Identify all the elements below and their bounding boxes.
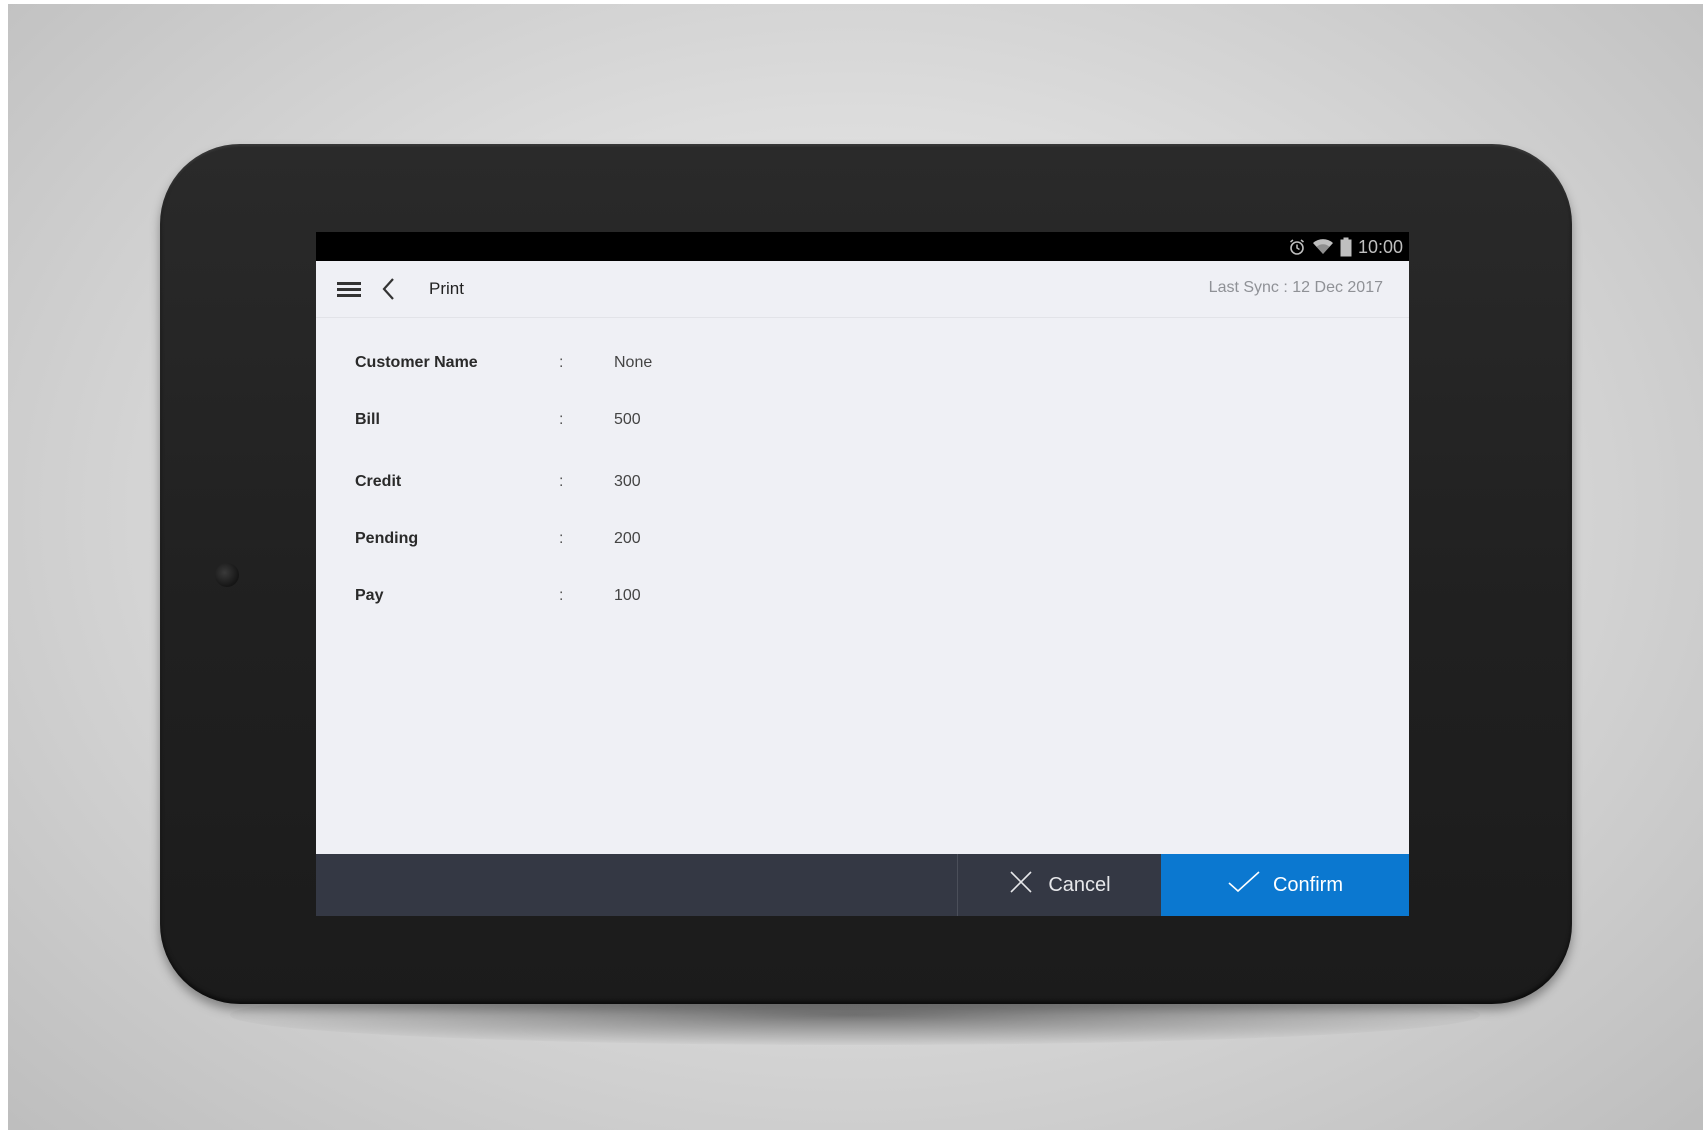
detail-label: Customer Name bbox=[355, 354, 478, 371]
detail-separator: : bbox=[559, 587, 564, 604]
detail-label: Bill bbox=[355, 411, 380, 428]
check-icon bbox=[1227, 870, 1261, 900]
status-icons: 10:00 bbox=[1288, 236, 1403, 258]
detail-separator: : bbox=[559, 411, 564, 428]
detail-row-bill: Bill : 500 bbox=[355, 411, 1055, 435]
cancel-button[interactable]: Cancel bbox=[958, 854, 1161, 916]
detail-label: Pending bbox=[355, 530, 419, 547]
app-bar: Print Last Sync : 12 Dec 2017 bbox=[316, 261, 1409, 318]
status-time: 10:00 bbox=[1357, 236, 1403, 257]
detail-value: 200 bbox=[614, 530, 641, 547]
chevron-left-icon[interactable] bbox=[380, 276, 398, 302]
detail-row-customer-name: Customer Name : None bbox=[355, 354, 1055, 378]
image-border-bottom bbox=[0, 1130, 1703, 1140]
confirm-button[interactable]: Confirm bbox=[1161, 854, 1409, 916]
detail-value: 100 bbox=[614, 587, 641, 604]
image-border-top bbox=[0, 0, 1703, 4]
page-title: Print bbox=[429, 279, 464, 298]
battery-icon bbox=[1340, 237, 1352, 257]
hamburger-menu-icon[interactable] bbox=[336, 277, 362, 301]
wifi-icon bbox=[1312, 238, 1334, 256]
detail-label: Pay bbox=[355, 587, 384, 604]
detail-row-pending: Pending : 200 bbox=[355, 530, 1055, 554]
detail-value: 500 bbox=[614, 411, 641, 428]
image-border-left bbox=[0, 0, 8, 1140]
status-bar: 10:00 bbox=[316, 232, 1409, 261]
tablet-screen: 10:00 Print Last Sync : 12 Dec 2017 Cust… bbox=[316, 232, 1409, 916]
detail-row-pay: Pay : 100 bbox=[355, 587, 1055, 611]
detail-value: None bbox=[614, 354, 653, 371]
camera-icon bbox=[215, 563, 239, 587]
detail-separator: : bbox=[559, 530, 564, 547]
alarm-icon bbox=[1288, 238, 1306, 256]
detail-separator: : bbox=[559, 354, 564, 371]
last-sync-text: Last Sync : 12 Dec 2017 bbox=[1208, 279, 1383, 296]
detail-separator: : bbox=[559, 473, 564, 490]
cancel-label: Cancel bbox=[1048, 873, 1111, 896]
confirm-label: Confirm bbox=[1272, 873, 1343, 896]
detail-row-credit: Credit : 300 bbox=[355, 473, 1055, 497]
detail-label: Credit bbox=[355, 473, 402, 490]
close-icon bbox=[1008, 869, 1034, 901]
detail-value: 300 bbox=[614, 473, 641, 490]
bottom-action-bar: Cancel Confirm bbox=[316, 854, 1409, 916]
